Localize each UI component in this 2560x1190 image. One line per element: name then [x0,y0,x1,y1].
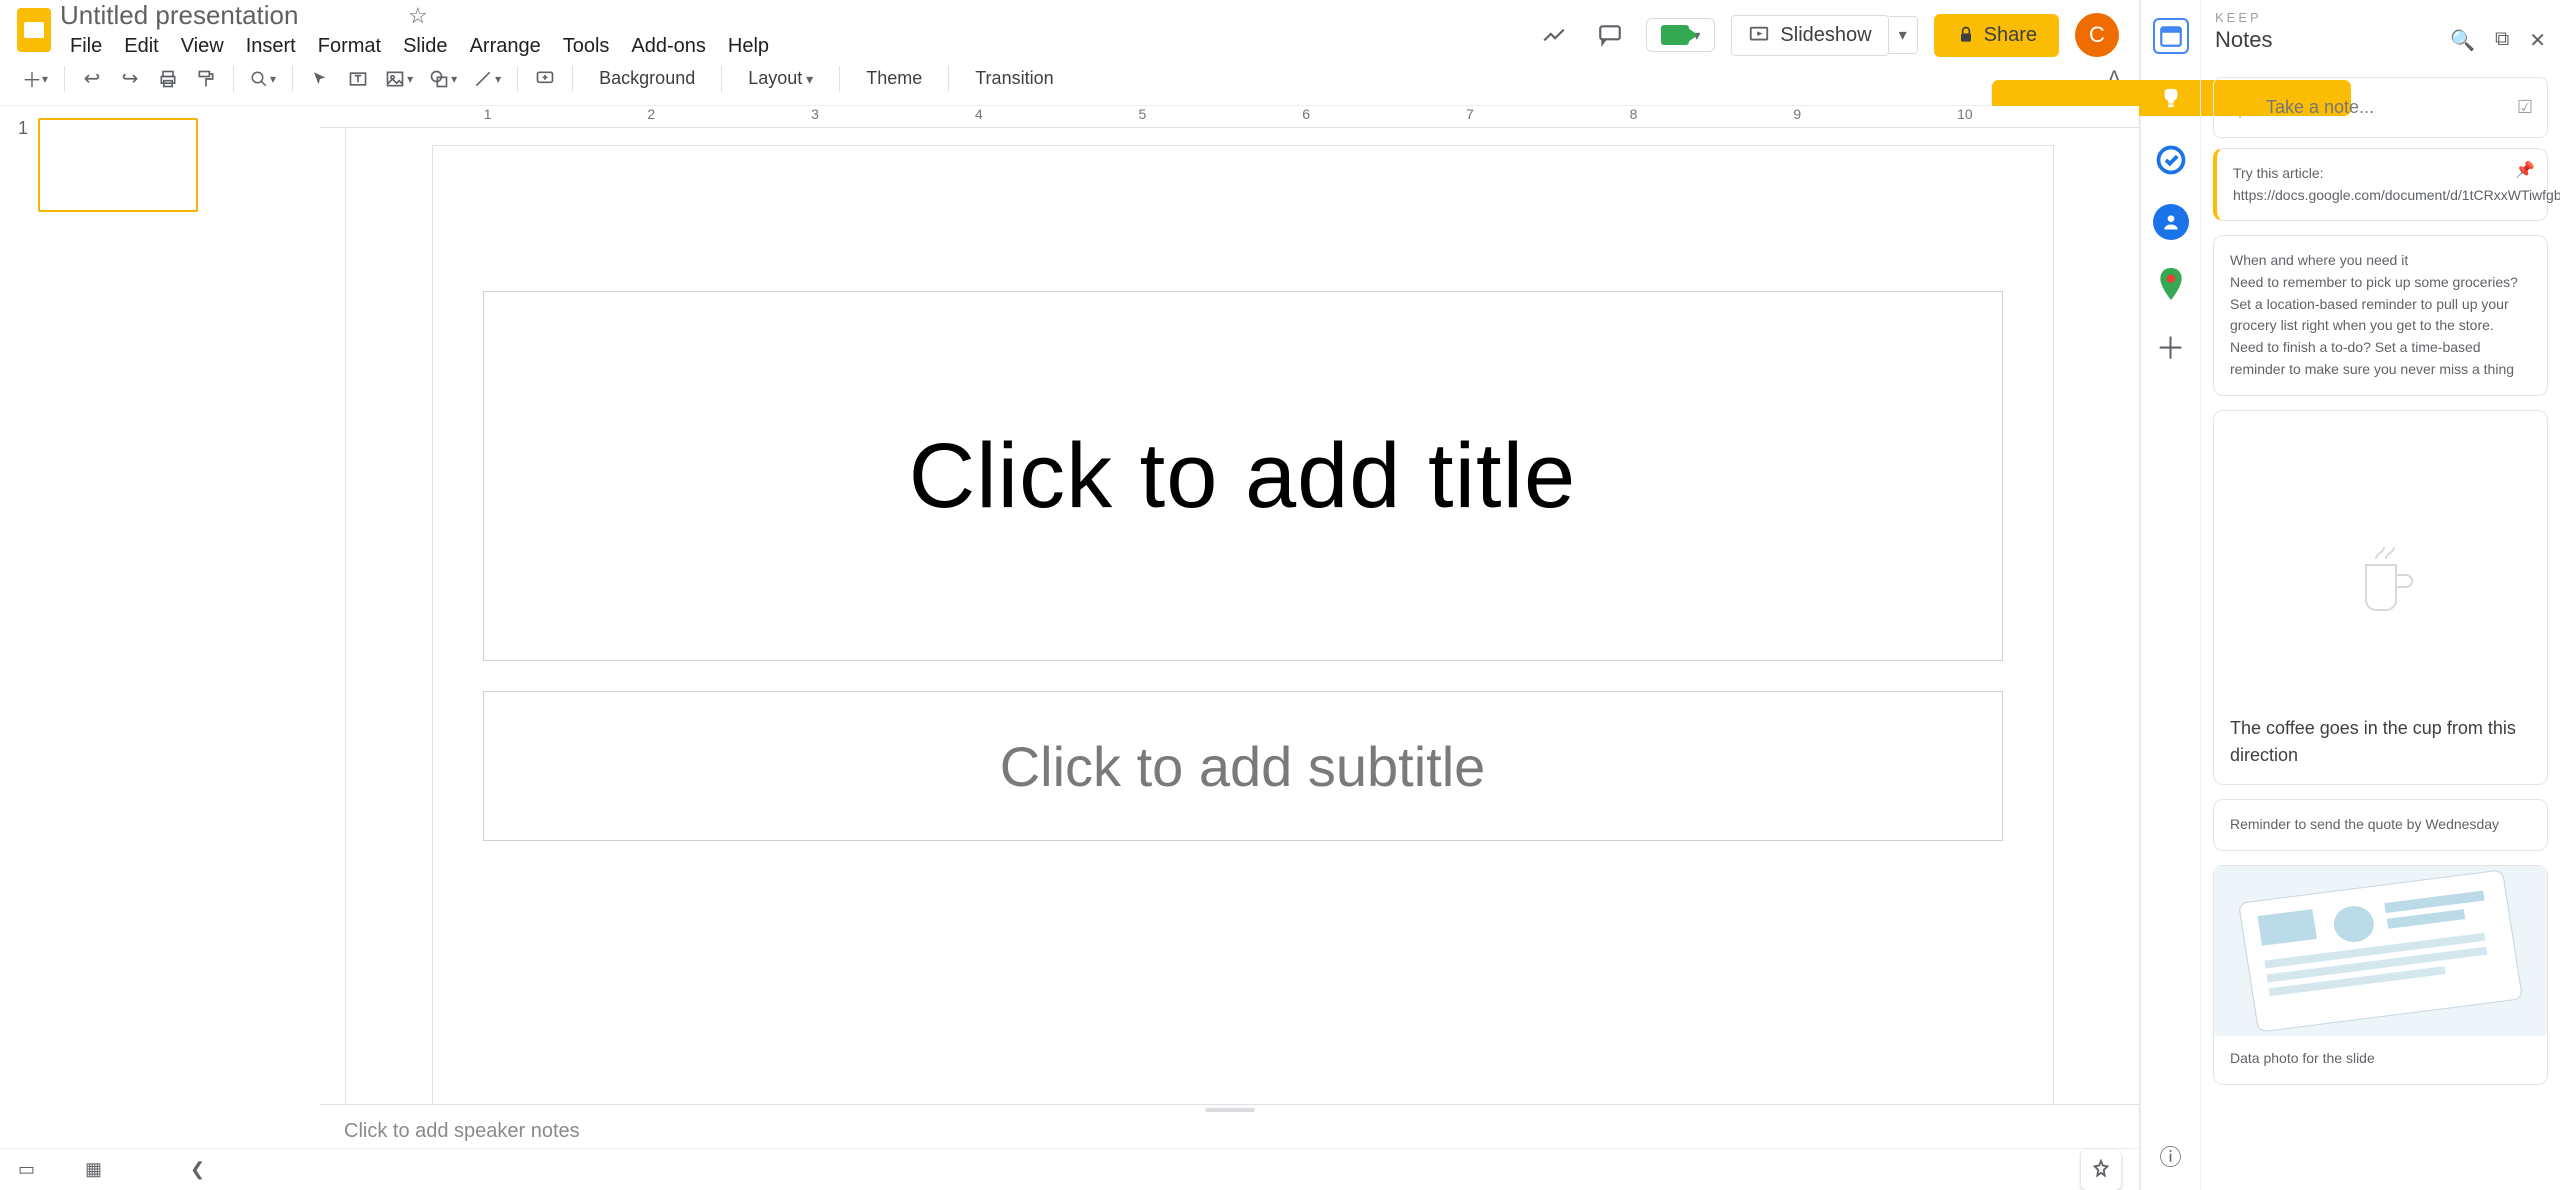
title-bar: ☆ File Edit View Insert Format Slide Arr… [0,0,2139,52]
toolbar: ＋▾ ↩ ↪ ▾ ▾ ▾ ▾ Background Layout Theme T… [0,52,2139,106]
keep-header: KEEP Notes 🔍 ⧉ ✕ [2201,0,2560,59]
keep-notes-list[interactable]: 📌 Try this article: https://docs.google.… [2201,148,2560,1190]
filmstrip-slide[interactable]: 1 [14,118,306,212]
keep-search-icon[interactable]: 🔍 [2450,28,2475,53]
line-tool[interactable]: ▾ [469,62,505,96]
background-button[interactable]: Background [585,68,709,89]
side-panel-rail: ＋ ⓘ [2140,0,2200,1190]
ruler-vertical[interactable] [320,128,346,1104]
slides-logo-icon[interactable] [12,8,56,52]
filmstrip[interactable]: 1 [0,106,320,1148]
lock-icon [1956,25,1976,45]
new-slide-button[interactable]: ＋▾ [18,62,52,96]
take-note-placeholder: Take a note... [2266,97,2374,118]
keep-close-icon[interactable]: ✕ [2529,28,2546,53]
maps-icon[interactable] [2153,266,2189,302]
ruler-tick: 6 [1302,106,1310,122]
note-caption: The coffee goes in the cup from this dir… [2230,715,2531,771]
bottom-bar: ▭ ▦ ❮ [0,1148,2139,1190]
meet-button[interactable]: ▾ [1646,18,1715,52]
explore-button[interactable] [2081,1150,2121,1190]
title-placeholder[interactable]: Click to add title [483,291,2003,661]
note-drawing [2230,425,2531,715]
contacts-icon[interactable] [2153,204,2189,240]
star-icon[interactable]: ☆ [408,3,428,29]
layout-button[interactable]: Layout [734,68,827,89]
note-body: Reminder to send the quote by Wednesday [2230,816,2499,832]
comment-tool[interactable] [530,62,560,96]
note-caption: Data photo for the slide [2214,1036,2547,1070]
ruler-tick: 7 [1466,106,1474,122]
ruler-tick: 1 [484,106,492,122]
share-label: Share [1984,24,2037,47]
meet-icon [1661,25,1689,45]
comments-icon[interactable] [1590,15,1630,55]
collapse-filmstrip-icon[interactable]: ❮ [190,1159,205,1180]
take-note-input[interactable]: ＋ Take a note... ☑ [2213,77,2548,138]
pin-icon[interactable]: 📌 [2515,159,2535,184]
keep-note[interactable]: Data photo for the slide [2213,865,2548,1085]
note-image [2214,866,2547,1036]
slide[interactable]: Click to add title Click to add subtitle [433,146,2053,1104]
add-addon-icon[interactable]: ＋ [2153,328,2189,364]
keep-panel: KEEP Notes 🔍 ⧉ ✕ ＋ Take a note... ☑ 📌 Tr… [2200,0,2560,1190]
activity-icon[interactable] [1534,15,1574,55]
ruler-tick: 5 [1139,106,1147,122]
speaker-notes-resize[interactable] [320,1104,2139,1114]
redo-button[interactable]: ↪ [115,62,145,96]
slide-stage[interactable]: Click to add title Click to add subtitle [346,128,2139,1104]
slide-thumbnail[interactable] [38,118,198,212]
shape-tool[interactable]: ▾ [425,62,461,96]
filmstrip-view-icon[interactable]: ▭ [18,1159,35,1180]
title-right-cluster: ▾ Slideshow ▾ Share C [1534,3,2119,57]
calendar-icon[interactable] [2153,18,2189,54]
account-avatar[interactable]: C [2075,13,2119,57]
textbox-tool[interactable] [343,62,373,96]
workspace: 1 1 2 3 4 5 6 7 8 9 10 [0,106,2139,1148]
share-button[interactable]: Share [1934,14,2059,57]
image-tool[interactable]: ▾ [381,62,417,96]
ruler-tick: 3 [811,106,819,122]
slides-app: ☆ File Edit View Insert Format Slide Arr… [0,0,2140,1190]
plus-icon: ＋ [2228,90,2252,125]
subtitle-placeholder[interactable]: Click to add subtitle [483,691,2003,841]
ruler-tick: 8 [1630,106,1638,122]
tasks-icon[interactable] [2153,142,2189,178]
theme-button[interactable]: Theme [852,68,936,89]
keep-brand-label: KEEP [2215,10,2546,25]
grid-view-icon[interactable]: ▦ [85,1159,100,1180]
slideshow-button[interactable]: Slideshow [1731,15,1888,56]
keep-note[interactable]: 📌 Try this article: https://docs.google.… [2213,148,2548,221]
keep-title: Notes [2215,27,2450,53]
slideshow-dropdown[interactable]: ▾ [1889,16,1918,54]
slideshow-label: Slideshow [1780,24,1871,47]
ruler-tick: 10 [1957,106,1973,122]
zoom-button[interactable]: ▾ [246,62,280,96]
info-icon[interactable]: ⓘ [2159,1140,2181,1172]
note-body: When and where you need it Need to remem… [2230,252,2522,376]
new-list-icon[interactable]: ☑ [2517,97,2533,118]
canvas-area: 1 2 3 4 5 6 7 8 9 10 Click to add title … [320,106,2139,1148]
keep-note[interactable]: The coffee goes in the cup from this dir… [2213,410,2548,786]
keep-note[interactable]: When and where you need it Need to remem… [2213,235,2548,395]
speaker-notes-input[interactable]: Click to add speaker notes [320,1114,2139,1148]
print-button[interactable] [153,62,183,96]
transition-button[interactable]: Transition [961,68,1067,89]
keep-note[interactable]: Reminder to send the quote by Wednesday [2213,799,2548,851]
undo-button[interactable]: ↩ [77,62,107,96]
keep-open-icon[interactable]: ⧉ [2495,28,2509,53]
document-title-input[interactable] [60,0,400,31]
ruler-tick: 4 [975,106,983,122]
note-body: Try this article: https://docs.google.co… [2233,165,2560,203]
ruler-tick: 2 [647,106,655,122]
ruler-horizontal[interactable]: 1 2 3 4 5 6 7 8 9 10 [320,106,2139,128]
slide-index: 1 [14,118,28,212]
paint-format-button[interactable] [191,62,221,96]
ruler-tick: 9 [1793,106,1801,122]
select-tool[interactable] [305,62,335,96]
